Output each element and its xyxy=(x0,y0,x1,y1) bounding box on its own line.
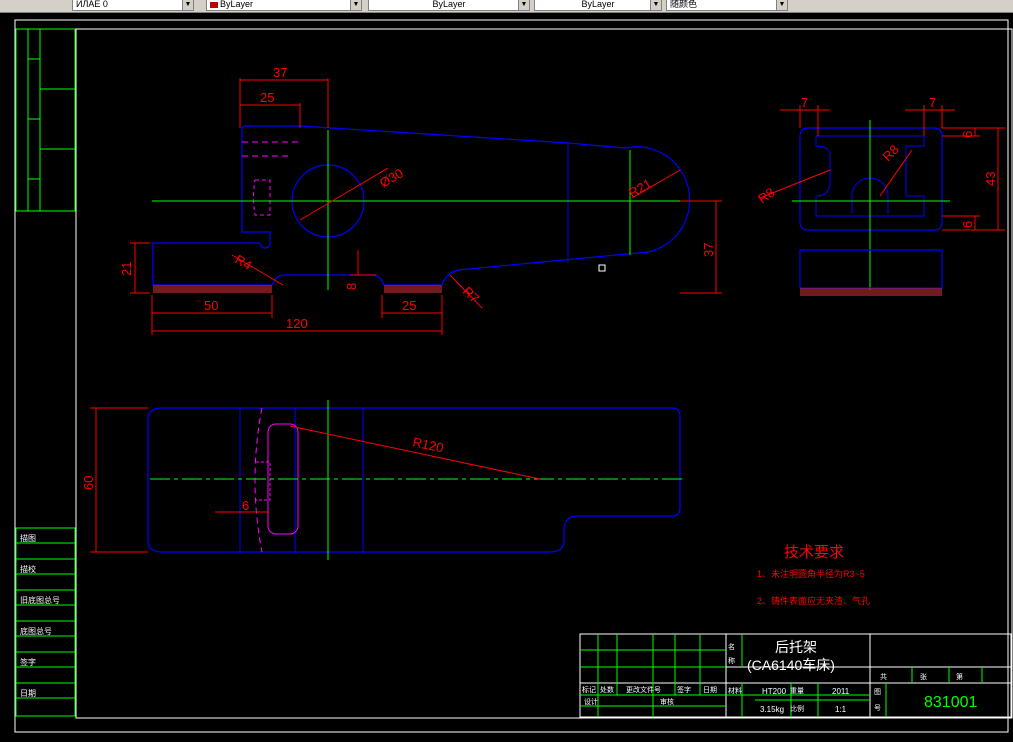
tb-label-scale: 比例 xyxy=(790,704,804,713)
hatch-base-left xyxy=(153,285,272,293)
hatch-base-right xyxy=(384,285,442,293)
tb-label-sign: 签字 xyxy=(677,685,691,694)
plotstyle-combo-value: 随颜色 xyxy=(670,0,698,9)
dim-r8-left: R8 xyxy=(755,185,777,207)
dim-37-top: 37 xyxy=(273,65,287,80)
dim-25-bottom: 25 xyxy=(402,298,416,313)
linetype-combo-value: ByLayer xyxy=(432,0,466,9)
material-value: HT200 xyxy=(762,687,787,696)
dim-r7: R7 xyxy=(460,284,482,306)
dim-r120: R120 xyxy=(411,434,445,455)
tb-label-page: 张 xyxy=(920,672,927,681)
dim-21: 21 xyxy=(119,262,134,276)
year-value: 2011 xyxy=(832,687,850,696)
strip-label-6: 日期 xyxy=(20,689,36,698)
tb-label-drawing-no-b: 号 xyxy=(874,704,881,712)
strip-label-2: 描校 xyxy=(20,564,36,574)
tb-label-drawing-no-a: 图 xyxy=(874,688,881,696)
side-view-dim-text: 7 7 6 6 43 R8 R8 xyxy=(755,95,998,228)
dim-37-right: 37 xyxy=(701,243,716,257)
tech-line-2: 2、铸件表面应无夹渣、气孔 xyxy=(757,595,870,606)
color-combo[interactable]: ByLayer ▼ xyxy=(206,0,362,11)
dim-120: 120 xyxy=(286,316,308,331)
machine-name: (CA6140车床) xyxy=(747,657,835,673)
dim-r4: R4 xyxy=(233,252,255,273)
plotstyle-combo[interactable]: 随颜色 ▼ xyxy=(666,0,788,11)
tech-title: 技术要求 xyxy=(784,544,844,561)
dim-6-bottom: 6 xyxy=(960,221,975,228)
dim-50: 50 xyxy=(204,298,218,313)
tech-requirements: 技术要求 1、未注明圆角半径为R3~5 2、铸件表面应无夹渣、气孔 xyxy=(757,544,870,606)
color-combo-value: ByLayer xyxy=(220,0,254,9)
left-strip-labels: 描图 描校 旧底图总号 底图总号 签字 日期 xyxy=(20,533,60,698)
title-block: 标记 处数 更改文件号 签字 日期 设计 审核 材料 重量 比例 名 称 图 号… xyxy=(579,633,1012,718)
tb-label-part-name-b: 称 xyxy=(728,656,735,665)
tb-label-no: 第 xyxy=(956,672,963,681)
tb-label-change-no: 更改文件号 xyxy=(626,685,661,694)
dim-8: 8 xyxy=(344,283,359,290)
dim-7-left: 7 xyxy=(801,95,808,110)
scale-value: 1:1 xyxy=(835,705,847,714)
drawing-number: 831001 xyxy=(924,694,977,711)
tech-line-1: 1、未注明圆角半径为R3~5 xyxy=(757,568,865,579)
strip-label-3: 旧底图总号 xyxy=(20,595,60,605)
lineweight-combo[interactable]: ByLayer ▼ xyxy=(534,0,662,11)
tb-label-weight: 重量 xyxy=(790,687,804,695)
strip-label-5: 签字 xyxy=(20,657,36,667)
dim-7-right: 7 xyxy=(929,95,936,110)
left-bottom-strip xyxy=(15,527,76,717)
side-view-dim-lines xyxy=(759,105,1005,231)
tb-label-part-name-a: 名 xyxy=(728,642,735,651)
dim-6-small: 6 xyxy=(242,498,249,513)
top-view[interactable] xyxy=(147,400,682,560)
weight-value: 3.15kg xyxy=(760,705,784,714)
chevron-down-icon[interactable]: ▼ xyxy=(518,0,529,10)
hatch-side-base xyxy=(800,288,942,296)
tb-label-mark: 标记 xyxy=(582,685,596,694)
tb-label-date: 日期 xyxy=(703,686,717,694)
front-view-dim-lines xyxy=(130,78,722,335)
front-view[interactable] xyxy=(152,125,720,293)
side-base-outline xyxy=(799,249,943,289)
top-hidden-arc xyxy=(254,407,263,553)
side-view[interactable] xyxy=(792,120,950,296)
tb-label-design: 设计 xyxy=(584,697,598,706)
tb-label-count: 处数 xyxy=(600,685,614,694)
dim-6-top: 6 xyxy=(960,131,975,138)
strip-label-1: 描图 xyxy=(20,533,36,543)
dim-r8-right: R8 xyxy=(880,142,902,164)
layer-combo[interactable]: ИЛАЕ 0 ▼ xyxy=(72,0,194,11)
left-top-strip xyxy=(15,28,76,212)
sheet-frame xyxy=(14,19,1013,733)
chevron-down-icon[interactable]: ▼ xyxy=(650,0,661,10)
lineweight-combo-value: ByLayer xyxy=(581,0,615,9)
strip-label-4: 底图总号 xyxy=(20,626,52,636)
linetype-combo[interactable]: ByLayer ▼ xyxy=(368,0,530,11)
side-view-outline xyxy=(799,127,943,231)
dim-d30: Ø30 xyxy=(377,165,406,190)
tb-label-material: 材料 xyxy=(728,686,742,695)
tb-label-sheet: 共 xyxy=(880,672,887,681)
chevron-down-icon[interactable]: ▼ xyxy=(776,0,787,10)
top-view-dim-lines xyxy=(90,407,541,553)
dim-43: 43 xyxy=(983,172,998,186)
chevron-down-icon[interactable]: ▼ xyxy=(350,0,361,10)
top-view-dim-text: 60 R120 6 xyxy=(81,434,445,513)
grip-marker[interactable] xyxy=(598,264,606,272)
dim-25-top: 25 xyxy=(260,90,274,105)
part-name: 后托架 xyxy=(775,639,817,655)
drawing-canvas[interactable]: 描图 描校 旧底图总号 底图总号 签字 日期 37 25 Ø30 R21 R4 … xyxy=(0,12,1013,737)
dim-60: 60 xyxy=(81,476,96,490)
top-view-outline xyxy=(147,407,681,553)
tb-label-approve: 审核 xyxy=(660,697,674,706)
chevron-down-icon[interactable]: ▼ xyxy=(182,0,193,10)
color-swatch xyxy=(210,1,218,8)
layer-combo-value: ИЛАЕ 0 xyxy=(76,0,108,9)
hidden-recess xyxy=(253,179,271,216)
